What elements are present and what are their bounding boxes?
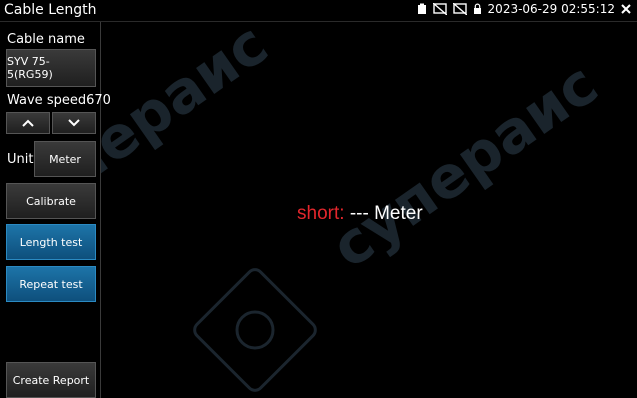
battery-icon	[417, 3, 427, 15]
video-off-icon	[452, 3, 467, 15]
unit-label: Unit	[7, 152, 34, 167]
wave-speed-down-button[interactable]	[52, 112, 96, 134]
unit-button[interactable]: Meter	[34, 141, 96, 177]
wave-speed-label: Wave speed	[7, 93, 87, 108]
length-test-button[interactable]: Length test	[6, 224, 96, 260]
status-area: 2023-06-29 02:55:12	[417, 2, 631, 16]
create-report-button[interactable]: Create Report	[6, 362, 96, 398]
title-bar: Cable Length 2023-06-29 02:55:12	[0, 0, 637, 22]
window-title: Cable Length	[4, 2, 97, 18]
result-area: short: --- Meter	[101, 22, 637, 398]
result-readout: short: --- Meter	[297, 203, 423, 225]
wave-speed-row: Wave speed670	[7, 93, 111, 108]
close-icon[interactable]	[621, 4, 631, 14]
sidebar: Cable name SYV 75-5(RG59) Wave speed670 …	[0, 22, 111, 398]
result-unit: Meter	[374, 203, 423, 224]
lock-icon	[473, 3, 482, 15]
chevron-down-icon	[68, 119, 80, 127]
result-value: ---	[349, 203, 369, 224]
cable-name-label: Cable name	[7, 32, 85, 47]
wave-speed-up-button[interactable]	[6, 112, 50, 134]
result-prefix: short:	[297, 203, 345, 224]
network-off-icon	[432, 3, 447, 15]
calibrate-button[interactable]: Calibrate	[6, 183, 96, 219]
chevron-up-icon	[22, 119, 34, 127]
repeat-test-button[interactable]: Repeat test	[6, 266, 96, 302]
cable-name-button[interactable]: SYV 75-5(RG59)	[6, 49, 96, 87]
datetime: 2023-06-29 02:55:12	[487, 2, 615, 16]
